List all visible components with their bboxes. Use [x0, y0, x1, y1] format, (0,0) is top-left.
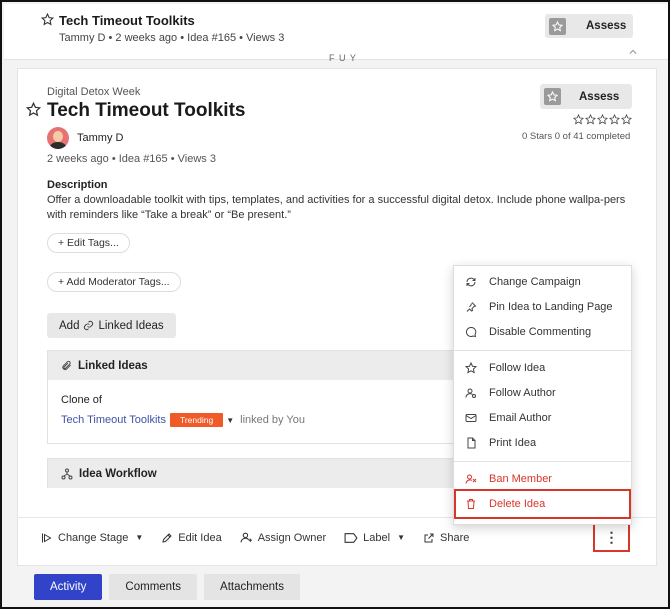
add-linked-ideas-button[interactable]: Add Linked Ideas	[47, 313, 176, 338]
bottom-tabs: Activity Comments Attachments	[34, 574, 300, 600]
pdf-icon	[467, 437, 476, 449]
header-assess-button[interactable]: Assess	[545, 14, 633, 38]
idea-workflow-panel: Idea Workflow	[47, 458, 467, 488]
menu-item-ban-member[interactable]: Ban Member	[454, 468, 631, 490]
idea-workflow-heading: Idea Workflow	[79, 467, 157, 480]
change-stage-button[interactable]: Change Stage ▼	[41, 532, 143, 544]
menu-item-label: Email Author	[489, 412, 552, 424]
stars-summary: 0 Stars 0 of 41 completed	[522, 131, 631, 142]
assign-owner-button[interactable]: Assign Owner	[240, 531, 326, 544]
tab-comments[interactable]: Comments	[109, 574, 198, 600]
menu-item-follow-author[interactable]: Follow Author	[454, 382, 631, 404]
linked-ideas-panel: Linked Ideas Clone of Tech Timeout Toolk…	[47, 350, 467, 444]
rating-star-icon[interactable]	[621, 114, 632, 125]
menu-item-label: Follow Author	[489, 387, 556, 399]
edit-idea-label: Edit Idea	[178, 531, 222, 544]
chevron-down-icon: ▼	[135, 533, 144, 542]
linked-ideas-header[interactable]: Linked Ideas	[48, 351, 466, 380]
menu-item-label: Disable Commenting	[489, 326, 592, 338]
menu-item-label: Follow Idea	[489, 362, 546, 374]
tab-activity[interactable]: Activity	[34, 574, 103, 600]
link-icon	[83, 320, 94, 331]
label-button[interactable]: Label ▼	[344, 532, 405, 544]
rating-star-icon[interactable]	[585, 114, 596, 125]
workflow-icon	[61, 468, 73, 480]
header-title: Tech Timeout Toolkits	[59, 13, 195, 28]
caret-down-icon[interactable]: ▼	[226, 416, 234, 425]
rating-star-icon[interactable]	[597, 114, 608, 125]
delete-idea-highlight	[454, 489, 631, 519]
kebab-menu-icon: ⋮	[604, 528, 619, 545]
rating-star-icon[interactable]	[609, 114, 620, 125]
star-box-icon	[544, 88, 561, 105]
add-moderator-tags-button[interactable]: + Add Moderator Tags...	[47, 272, 181, 292]
change-stage-label: Change Stage	[58, 531, 129, 544]
paperclip-icon	[61, 360, 72, 371]
linked-idea-row: Tech Timeout Toolkits Trending ▼ linked …	[61, 413, 305, 427]
comment-icon	[465, 326, 477, 338]
idea-workflow-header[interactable]: Idea Workflow	[48, 459, 466, 488]
menu-item-label: Change Campaign	[489, 276, 581, 288]
user-add-icon	[240, 532, 252, 543]
pin-icon	[466, 302, 477, 312]
share-button[interactable]: Share	[423, 532, 469, 544]
clone-of-label: Clone of	[61, 394, 102, 406]
menu-item-email-author[interactable]: Email Author	[454, 407, 631, 429]
assess-button[interactable]: Assess	[540, 84, 632, 109]
menu-item-label: Ban Member	[489, 473, 552, 485]
avatar[interactable]	[47, 127, 69, 149]
menu-item-follow-idea[interactable]: Follow Idea	[454, 357, 631, 379]
linked-by-text: linked by You	[240, 414, 305, 426]
description-heading: Description	[47, 179, 108, 191]
add-linked-label: Add	[59, 319, 80, 332]
trending-badge: Trending	[169, 413, 224, 427]
header-assess-label: Assess	[586, 20, 627, 32]
share-label: Share	[440, 531, 470, 544]
pencil-icon	[162, 532, 172, 543]
assess-label: Assess	[579, 90, 620, 103]
star-icon	[465, 362, 477, 374]
label-label: Label	[363, 531, 391, 544]
menu-item-label: Pin Idea to Landing Page	[489, 301, 613, 313]
menu-item-label: Print Idea	[489, 437, 537, 449]
edit-tags-button[interactable]: + Edit Tags...	[47, 233, 130, 253]
edit-idea-button[interactable]: Edit Idea	[161, 531, 222, 544]
chevron-up-icon[interactable]	[629, 48, 637, 56]
tab-attachments[interactable]: Attachments	[204, 574, 300, 600]
tag-icon	[344, 532, 358, 543]
menu-item-pin-idea[interactable]: Pin Idea to Landing Page	[454, 296, 631, 318]
cut-off-text: F U Y	[329, 53, 357, 63]
user-follow-icon	[465, 388, 476, 398]
star-rating[interactable]	[573, 114, 632, 125]
campaign-name[interactable]: Digital Detox Week	[47, 86, 140, 98]
linked-idea-link[interactable]: Tech Timeout Toolkits	[61, 414, 166, 426]
rating-star-icon[interactable]	[573, 114, 584, 125]
sticky-header: Tech Timeout Toolkits Tammy D • 2 weeks …	[4, 4, 668, 63]
refresh-icon	[466, 277, 476, 287]
more-options-menu: Change Campaign Pin Idea to Landing Page…	[453, 265, 632, 525]
star-box-icon	[549, 17, 566, 35]
favorite-star-icon[interactable]	[41, 13, 54, 26]
stage-icon	[42, 533, 52, 542]
user-ban-icon	[465, 474, 477, 484]
idea-meta: 2 weeks ago • Idea #165 • Views 3	[47, 153, 216, 165]
mail-icon	[465, 414, 477, 422]
share-icon	[424, 533, 434, 542]
chevron-down-icon: ▼	[397, 533, 406, 542]
add-linked-suffix: Linked Ideas	[98, 319, 164, 332]
linked-ideas-heading: Linked Ideas	[78, 359, 148, 372]
more-options-button[interactable]: ⋮	[593, 521, 630, 552]
idea-title: Tech Timeout Toolkits	[47, 100, 246, 121]
author-name[interactable]: Tammy D	[77, 132, 123, 144]
favorite-star-icon[interactable]	[26, 102, 41, 117]
menu-divider	[454, 350, 631, 351]
menu-item-disable-commenting[interactable]: Disable Commenting	[454, 321, 631, 343]
app-frame: Tech Timeout Toolkits Tammy D • 2 weeks …	[0, 0, 670, 609]
menu-item-print-idea[interactable]: Print Idea	[454, 432, 631, 454]
description-text: Offer a downloadable toolkit with tips, …	[47, 194, 626, 221]
header-meta: Tammy D • 2 weeks ago • Idea #165 • View…	[59, 32, 285, 44]
assign-owner-label: Assign Owner	[257, 531, 327, 544]
menu-item-change-campaign[interactable]: Change Campaign	[454, 271, 631, 293]
menu-divider	[454, 461, 631, 462]
